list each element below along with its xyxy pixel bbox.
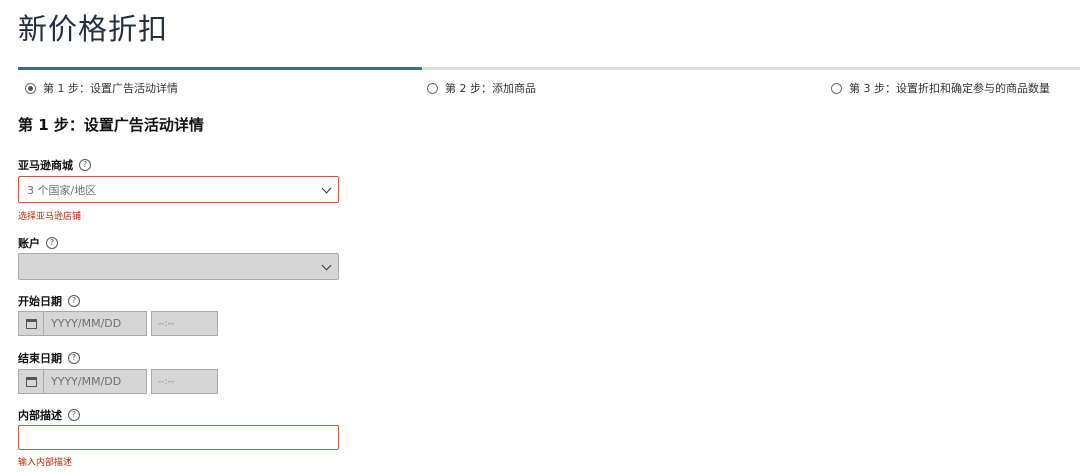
start-time-input[interactable]: --:-- bbox=[151, 311, 218, 336]
marketplace-error: 选择亚马逊店铺 bbox=[18, 212, 82, 222]
end-date-input[interactable]: YYYY/MM/DD bbox=[43, 369, 147, 394]
step-1-radio[interactable] bbox=[25, 82, 36, 94]
help-icon[interactable]: ? bbox=[68, 352, 80, 364]
start-date-label: 开始日期 ? bbox=[18, 293, 80, 309]
chevron-down-icon bbox=[321, 183, 332, 193]
step-2[interactable]: 第 2 步：添加商品 bbox=[427, 80, 536, 96]
step-3-radio[interactable] bbox=[831, 82, 842, 94]
start-date-input[interactable]: YYYY/MM/DD bbox=[43, 311, 147, 336]
help-icon[interactable]: ? bbox=[79, 159, 91, 171]
internal-description-label-text: 内部描述 bbox=[18, 409, 62, 422]
step-1-label: 第 1 步：设置广告活动详情 bbox=[43, 82, 178, 95]
end-time-input[interactable]: --:-- bbox=[151, 369, 218, 394]
step-2-radio[interactable] bbox=[427, 82, 438, 94]
help-icon[interactable]: ? bbox=[68, 295, 80, 307]
step-3-label: 第 3 步：设置折扣和确定参与的商品数量 bbox=[849, 82, 1050, 95]
account-label: 账户 ? bbox=[18, 235, 58, 251]
step-2-label: 第 2 步：添加商品 bbox=[445, 82, 536, 95]
internal-description-label: 内部描述 ? bbox=[18, 407, 80, 423]
page-title: 新价格折扣 bbox=[18, 12, 169, 46]
progress-fill bbox=[18, 67, 422, 70]
marketplace-select-value: 3 个国家/地区 bbox=[27, 183, 97, 197]
section-heading: 第 1 步：设置广告活动详情 bbox=[18, 116, 204, 134]
marketplace-select[interactable]: 3 个国家/地区 bbox=[18, 176, 339, 203]
calendar-icon bbox=[25, 376, 37, 387]
start-date-group: YYYY/MM/DD --:-- bbox=[18, 311, 218, 336]
chevron-down-icon bbox=[321, 260, 332, 270]
start-date-calendar-button[interactable] bbox=[18, 311, 43, 336]
account-select[interactable] bbox=[18, 253, 339, 280]
end-date-calendar-button[interactable] bbox=[18, 369, 43, 394]
calendar-icon bbox=[25, 318, 37, 329]
marketplace-label: 亚马逊商城 ? bbox=[18, 157, 91, 173]
step-3[interactable]: 第 3 步：设置折扣和确定参与的商品数量 bbox=[831, 80, 1050, 96]
start-date-label-text: 开始日期 bbox=[18, 295, 62, 308]
end-date-group: YYYY/MM/DD --:-- bbox=[18, 369, 218, 394]
help-icon[interactable]: ? bbox=[68, 409, 80, 421]
account-label-text: 账户 bbox=[18, 237, 40, 250]
new-price-discount-page: 新价格折扣 第 1 步：设置广告活动详情 第 2 步：添加商品 第 3 步：设置… bbox=[0, 0, 1080, 473]
end-date-label: 结束日期 ? bbox=[18, 350, 80, 366]
internal-description-input[interactable] bbox=[18, 425, 339, 450]
internal-description-error: 输入内部描述 bbox=[18, 458, 73, 468]
marketplace-label-text: 亚马逊商城 bbox=[18, 159, 73, 172]
end-date-label-text: 结束日期 bbox=[18, 352, 62, 365]
step-1[interactable]: 第 1 步：设置广告活动详情 bbox=[25, 80, 178, 96]
help-icon[interactable]: ? bbox=[46, 237, 58, 249]
